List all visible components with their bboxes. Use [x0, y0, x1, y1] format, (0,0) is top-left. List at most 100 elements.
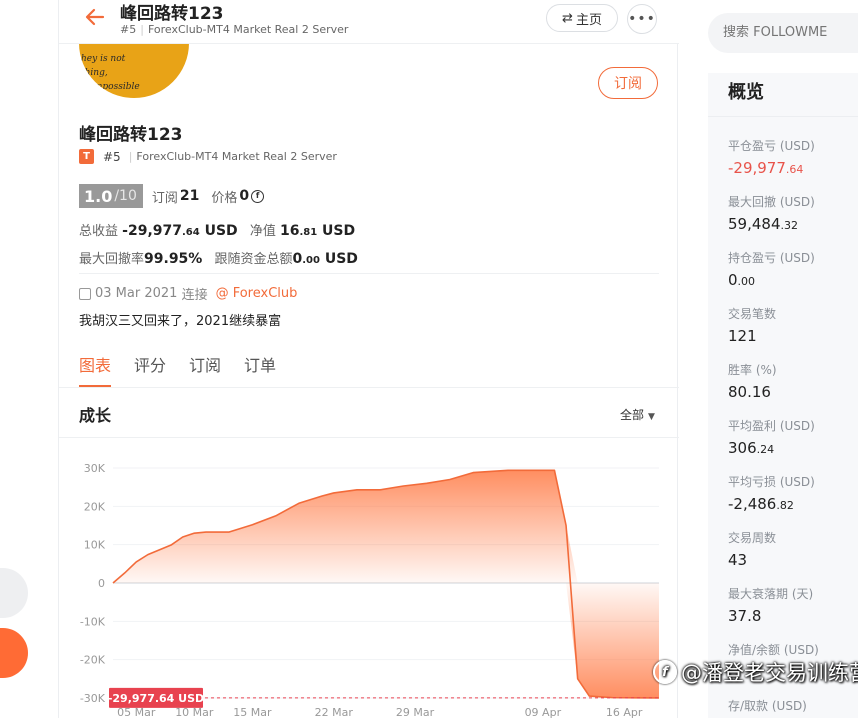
overview-item-label: 最大回撤 (USD): [728, 195, 815, 209]
swap-icon: ⇄: [562, 10, 573, 26]
back-arrow-icon[interactable]: [83, 5, 107, 29]
tab-rating[interactable]: 评分: [134, 352, 166, 387]
overview-item-value: -29,977.64: [728, 159, 804, 177]
overview-item-label: 交易周数: [728, 531, 777, 545]
subscribe-count-label: 订阅: [151, 190, 178, 206]
overview-title: 概览: [728, 82, 764, 103]
top-bar: 峰回路转123 #5 | ForexClub-MT4 Market Real 2 S…: [59, 0, 679, 44]
max-drawdown-label: 最大回撤率: [79, 252, 145, 267]
x-tick-label: 15 Mar: [233, 706, 272, 718]
score-row: 1.0/10 订阅 21 价格 0 f: [79, 184, 265, 208]
y-tick-label: 20K: [84, 500, 106, 513]
overview-item: 净值/余额 (USD): [728, 641, 819, 658]
overview-item: 最大衰落期 (天) 37.8: [728, 585, 813, 625]
overview-item-label: 存/取款 (USD): [728, 699, 807, 713]
watermark-text: @潘登老交易训练营: [681, 661, 858, 685]
x-tick-label: 29 Mar: [396, 706, 435, 718]
range-label: 全部: [620, 408, 645, 422]
overview-item-value: 59,484.32: [728, 215, 798, 233]
header-server-info: #5 | ForexClub-MT4 Market Real 2 Server: [120, 23, 349, 36]
overview-item: 胜率 (%) 80.16: [728, 361, 777, 401]
search-input[interactable]: [708, 13, 858, 53]
area-fill-negative: [113, 583, 659, 698]
overview-item-label: 最大衰落期 (天): [728, 587, 814, 601]
rank-label: #5: [103, 149, 121, 164]
total-profit-value: -29,977.64 USD: [122, 223, 238, 239]
overview-item: 平均亏损 (USD) -2,486.82: [728, 473, 815, 513]
overview-divider: [708, 116, 858, 117]
overview-panel: 概览 平仓盈亏 (USD) -29,977.64 最大回撤 (USD) 59,484.…: [708, 73, 858, 718]
net-label: 净值: [249, 224, 276, 239]
home-button[interactable]: ⇄ 主页: [546, 4, 618, 32]
broker-link[interactable]: @ ForexClub: [216, 286, 298, 301]
tab-subscription[interactable]: 订阅: [189, 352, 221, 387]
follow-funds-value: 0.00 USD: [292, 251, 358, 267]
overview-item-label: 胜率 (%): [728, 363, 777, 377]
overview-item-label: 平仓盈亏 (USD): [728, 139, 815, 153]
overview-item-label: 持仓盈亏 (USD): [728, 251, 815, 265]
server-info: T #5 | ForexClub-MT4 Market Real 2 Serve…: [79, 149, 337, 164]
range-dropdown[interactable]: 全部 ▼: [620, 406, 655, 423]
y-tick-label: -30K: [80, 692, 106, 705]
connect-date: 03 Mar 2021: [95, 286, 178, 301]
overview-item-value: 121: [728, 327, 757, 345]
growth-title: 成长: [79, 406, 112, 425]
home-button-label: 主页: [575, 12, 602, 28]
overview-item: 交易周数 43: [728, 529, 776, 569]
subscribe-button[interactable]: 订阅: [598, 67, 658, 99]
follow-funds-label: 跟随资金总额: [214, 252, 293, 267]
score-value: 1.0: [84, 186, 113, 206]
calendar-icon: [79, 287, 91, 300]
y-tick-label: -10K: [80, 615, 106, 628]
overview-item-value: 0.00: [728, 271, 756, 289]
tab-orders[interactable]: 订单: [244, 352, 276, 387]
side-widget-grey[interactable]: [0, 568, 28, 618]
trader-name: 峰回路转123: [79, 125, 183, 145]
overview-item: 最大回撤 (USD) 59,484.32: [728, 193, 815, 233]
avatar-slogan: hey is not thing, impossible: [79, 52, 189, 94]
y-tick-label: 10K: [84, 539, 106, 552]
net-value: 16.81 USD: [279, 223, 356, 239]
current-value-label: -29,977.64 USD: [108, 692, 204, 705]
account-type-badge: T: [79, 149, 94, 164]
overview-item-label: 平均亏损 (USD): [728, 475, 815, 489]
header-server: ForexClub-MT4 Market Real 2 Server: [147, 23, 349, 36]
server-name: ForexClub-MT4 Market Real 2 Server: [136, 150, 337, 163]
header-rank: #5: [120, 23, 137, 36]
tab-bar: 图表 评分 订阅 订单: [79, 352, 299, 387]
more-options-button[interactable]: •••: [627, 4, 657, 34]
overview-item-label: 平均盈利 (USD): [728, 419, 815, 433]
coin-icon: f: [251, 189, 265, 203]
avatar-line-2: thing,: [81, 68, 108, 78]
x-tick-label: 16 Apr: [606, 706, 643, 718]
overview-item: 交易笔数 121: [728, 305, 776, 345]
main-panel: hey is not thing, impossible 峰回路转123 #5 |…: [58, 0, 858, 718]
weibo-logo-icon: f: [653, 660, 677, 684]
overview-item-label: 交易笔数: [728, 307, 777, 321]
divider: [79, 273, 659, 274]
overview-item: 持仓盈亏 (USD) 0.00: [728, 249, 815, 289]
subscribe-count: 21: [179, 188, 200, 204]
tab-divider: [59, 387, 679, 388]
overview-item-value: 43: [728, 551, 748, 569]
trader-description: 我胡汉三又回来了，2021继续暴富: [79, 314, 282, 329]
overview-item-label: 净值/余额 (USD): [728, 643, 819, 657]
area-fill-positive: [113, 470, 659, 583]
overview-item: 平仓盈亏 (USD) -29,977.64: [728, 137, 815, 177]
y-tick-label: -20K: [80, 654, 106, 667]
overview-item: 存/取款 (USD): [728, 697, 807, 714]
overview-item-value: 37.8: [728, 607, 762, 625]
side-widget-orange[interactable]: [0, 628, 28, 678]
tab-chart[interactable]: 图表: [79, 352, 112, 387]
y-tick-label: 0: [98, 577, 105, 590]
watermark: f @潘登老交易训练营: [653, 657, 858, 687]
growth-chart[interactable]: 30K 20K 10K 0 -10K -20K -30K -29,977.64 USD 05 M…: [59, 438, 679, 718]
x-tick-label: 10 Mar: [175, 706, 214, 718]
score-max: /10: [114, 188, 137, 204]
avatar-line-3: impossible: [91, 82, 140, 92]
avatar-line-1: hey is not: [81, 54, 126, 64]
connect-date-row: 03 Mar 2021 连接 @ ForexClub: [79, 284, 297, 303]
x-tick-label: 22 Mar: [315, 706, 354, 718]
page-title: 峰回路转123: [120, 4, 224, 24]
overview-item-value: -2,486.82: [728, 495, 794, 513]
